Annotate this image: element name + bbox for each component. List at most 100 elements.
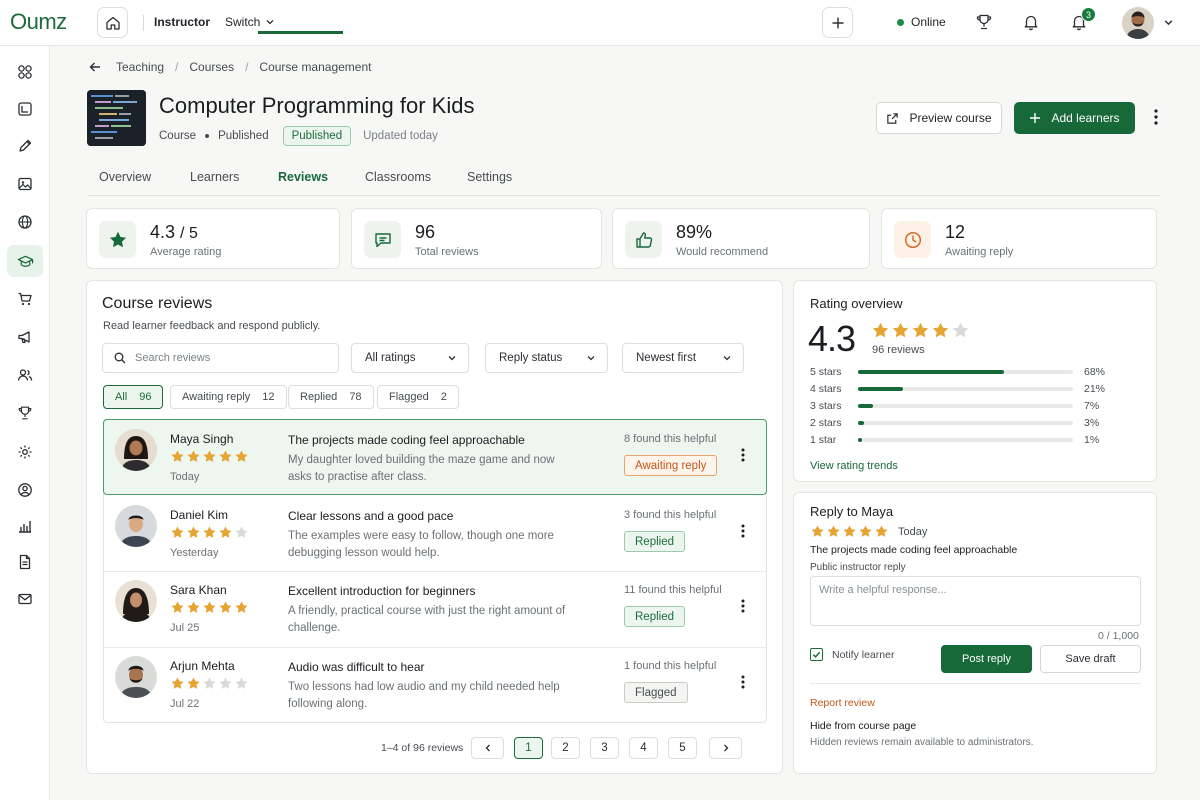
reply-review-title: The projects made coding feel approachab…: [810, 544, 1018, 556]
tab-settings[interactable]: Settings: [467, 170, 512, 184]
tab-classrooms[interactable]: Classrooms: [365, 170, 431, 184]
online-status[interactable]: Online: [897, 15, 946, 29]
sidebar-item-edit[interactable]: [7, 130, 43, 162]
rating-stars: [170, 676, 249, 691]
notification-count-badge: 3: [1081, 7, 1096, 22]
filter-chip-flagged[interactable]: Flagged 2: [377, 385, 459, 409]
report-review-link[interactable]: Report review: [810, 697, 875, 709]
sidebar-item-reports[interactable]: [7, 93, 43, 125]
account-menu-button[interactable]: [1163, 17, 1174, 28]
achievements-button[interactable]: [973, 11, 995, 33]
logo[interactable]: Oumz: [10, 9, 67, 35]
star-filled-icon: [187, 450, 200, 462]
star-filled-icon: [235, 601, 248, 613]
avatar[interactable]: [1122, 7, 1154, 39]
pagination-page[interactable]: 3: [590, 737, 619, 759]
pagination-page[interactable]: 1: [514, 737, 543, 759]
chevron-down-icon: [448, 356, 456, 361]
notifications-button[interactable]: [1020, 11, 1042, 33]
reply-status-select[interactable]: Reply status: [485, 343, 608, 373]
search-input[interactable]: Search reviews: [102, 343, 339, 373]
filter-chip-all[interactable]: All 96: [103, 385, 164, 409]
hide-from-course-option[interactable]: Hide from course page: [810, 720, 916, 732]
document-icon: [19, 554, 31, 570]
filter-chip-awaiting-reply[interactable]: Awaiting reply 12: [170, 385, 287, 409]
sidebar-item-documents[interactable]: [7, 546, 43, 578]
review-row[interactable]: Maya Singh Today The projects made codin…: [103, 419, 767, 495]
star-filled-icon: [187, 601, 200, 613]
clock-icon: [904, 231, 921, 248]
breadcrumb-teaching[interactable]: Teaching: [116, 60, 164, 74]
pagination-next-button[interactable]: [709, 737, 742, 759]
review-options-button[interactable]: [741, 675, 745, 689]
review-row[interactable]: Daniel Kim Yesterday Clear lessons and a…: [104, 496, 766, 572]
external-link-icon: [887, 112, 899, 124]
chevron-down-icon: [723, 356, 731, 361]
sidebar-item-messages[interactable]: [7, 583, 43, 615]
star-empty-icon: [203, 677, 216, 689]
mail-icon: [18, 593, 32, 605]
review-options-button[interactable]: [741, 524, 745, 538]
status-badge: Replied: [624, 531, 685, 552]
pagination-info: 1–4 of 96 reviews: [381, 742, 464, 754]
preview-course-button[interactable]: Preview course: [876, 102, 1002, 134]
sidebar-item-marketing[interactable]: [7, 321, 43, 353]
sidebar-item-settings[interactable]: [7, 436, 43, 468]
star-filled-icon: [219, 450, 232, 462]
avatar: [115, 580, 157, 622]
pagination-page[interactable]: 2: [551, 737, 580, 759]
review-options-button[interactable]: [741, 448, 745, 462]
post-reply-button[interactable]: Post reply: [941, 645, 1032, 673]
tab-overview[interactable]: Overview: [99, 170, 151, 184]
pagination-page[interactable]: 5: [668, 737, 697, 759]
notify-learner-checkbox[interactable]: [810, 648, 823, 661]
chevron-down-icon: [266, 20, 274, 25]
sort-select[interactable]: Newest first: [622, 343, 744, 373]
review-date: Today: [170, 471, 200, 483]
sidebar-item-store[interactable]: [7, 283, 43, 315]
filter-chip-replied[interactable]: Replied 78: [288, 385, 374, 409]
switch-role-button[interactable]: Switch: [225, 15, 275, 29]
sidebar-item-profile[interactable]: [7, 474, 43, 506]
back-arrow-icon[interactable]: [88, 60, 102, 74]
sidebar-item-teaching[interactable]: [7, 245, 43, 277]
star-icon: [109, 231, 126, 247]
top-bar: Oumz Instructor Switch Online 3: [0, 0, 1200, 46]
review-options-button[interactable]: [741, 599, 745, 613]
rating-bar-row: 3 stars 7%: [810, 400, 1110, 412]
star-filled-icon: [187, 677, 200, 689]
tab-learners[interactable]: Learners: [190, 170, 239, 184]
save-draft-button[interactable]: Save draft: [1040, 645, 1141, 673]
rating-bar-fill: [858, 370, 1005, 374]
breadcrumb-courses[interactable]: Courses: [189, 60, 234, 74]
star-filled-icon: [171, 526, 184, 538]
home-button[interactable]: [97, 7, 128, 38]
create-button[interactable]: [822, 7, 853, 38]
thumbs-up-icon: [635, 231, 652, 248]
review-row[interactable]: Arjun Mehta Jul 22 Audio was difficult t…: [104, 648, 766, 722]
rating-bar-label: 1 star: [810, 434, 837, 446]
chip-label: All: [115, 391, 128, 403]
view-rating-trends-link[interactable]: View rating trends: [810, 460, 898, 472]
stat-card-recommend: 89% Would recommend: [612, 208, 870, 269]
sidebar-item-web[interactable]: [7, 206, 43, 238]
rating-filter-select[interactable]: All ratings: [351, 343, 469, 373]
breadcrumb-separator: /: [175, 60, 179, 74]
sidebar-item-media[interactable]: [7, 168, 43, 200]
sidebar-item-users[interactable]: [7, 359, 43, 391]
add-learners-button[interactable]: Add learners: [1014, 102, 1135, 134]
pagination-page[interactable]: 4: [629, 737, 658, 759]
review-count: 96 reviews: [872, 344, 925, 356]
stat-label: Total reviews: [415, 246, 479, 258]
review-row[interactable]: Sara Khan Jul 25 Excellent introduction …: [104, 572, 766, 648]
more-options-button[interactable]: [1148, 108, 1164, 126]
trophy-icon: [976, 14, 992, 30]
pagination-prev-button[interactable]: [471, 737, 504, 759]
sidebar-item-achievements[interactable]: [7, 397, 43, 429]
sidebar-item-apps[interactable]: [7, 56, 43, 88]
sidebar-item-analytics[interactable]: [7, 510, 43, 542]
tab-reviews[interactable]: Reviews: [278, 170, 328, 184]
star-filled-icon: [171, 450, 184, 462]
status-badge: Awaiting reply: [624, 455, 718, 476]
reply-textarea[interactable]: Write a helpful response...: [810, 576, 1141, 626]
